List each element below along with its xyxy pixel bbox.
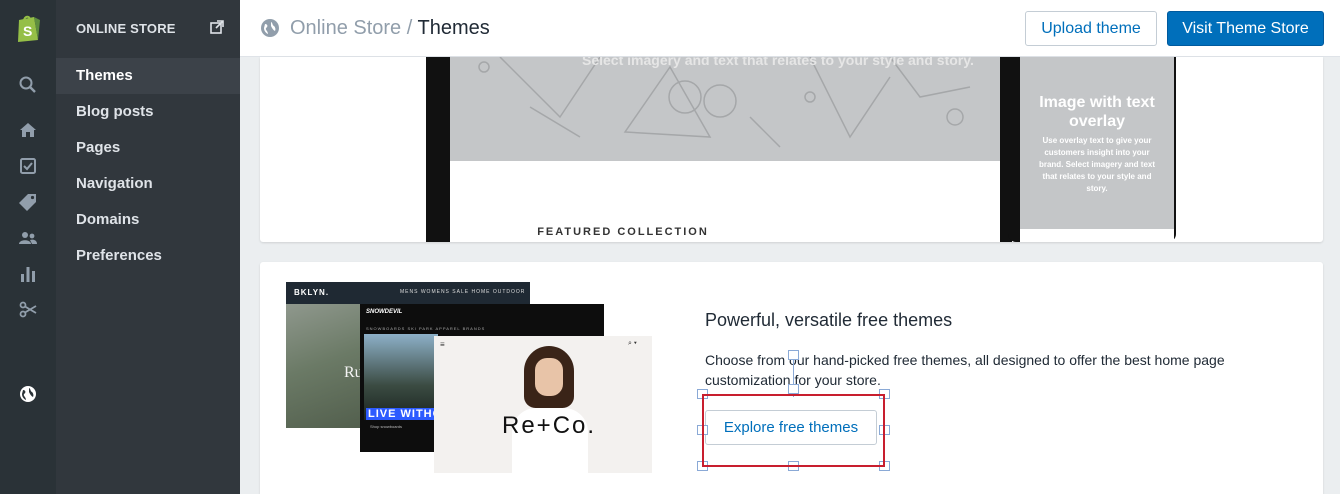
icon-rail: S bbox=[0, 0, 56, 494]
mobile-preview: Image with text overlay Use overlay text… bbox=[1008, 57, 1176, 242]
line-art-illustration bbox=[478, 57, 971, 148]
resize-handle[interactable] bbox=[788, 384, 799, 394]
mobile-hero-image: Image with text overlay Use overlay text… bbox=[1020, 57, 1174, 229]
sidebar-item-blog-posts[interactable]: Blog posts bbox=[56, 94, 240, 130]
hero-tagline: Select imagery and text that relates to … bbox=[582, 57, 974, 68]
breadcrumb: Online Store / Themes bbox=[290, 17, 490, 40]
customers-icon[interactable] bbox=[18, 228, 38, 248]
featured-collection-label: FEATURED COLLECTION bbox=[537, 226, 709, 238]
free-themes-title: Powerful, versatile free themes bbox=[705, 310, 953, 330]
shopify-logo-icon[interactable]: S bbox=[14, 12, 42, 44]
sidebar-item-navigation[interactable]: Navigation bbox=[56, 166, 240, 202]
online-store-icon bbox=[261, 19, 279, 37]
products-tag-icon[interactable] bbox=[18, 192, 38, 212]
page-title: Themes bbox=[417, 17, 490, 39]
current-theme-preview-card: Select imagery and text that relates to … bbox=[260, 57, 1323, 242]
thumbnail-cta: Shop snowboards bbox=[370, 424, 403, 429]
thumbnail-nav: SNOWBOARDS SKI PARK APPAREL BRANDS bbox=[366, 326, 486, 331]
thumbnail-brand: SNOWDEVIL bbox=[366, 309, 403, 315]
analytics-icon[interactable] bbox=[18, 264, 38, 284]
desktop-preview: Select imagery and text that relates to … bbox=[426, 57, 1012, 242]
sidebar-item-preferences[interactable]: Preferences bbox=[56, 238, 240, 274]
svg-text:S: S bbox=[23, 23, 32, 39]
top-bar: Online Store / Themes Upload theme Visit… bbox=[240, 0, 1340, 57]
cart-icon: ⌕ ▾ bbox=[628, 340, 637, 347]
sidebar-item-domains[interactable]: Domains bbox=[56, 202, 240, 238]
theme-thumbnails: BKLYN. MENS WOMENS SALE HOME OUTDOOR Ru … bbox=[286, 282, 652, 473]
breadcrumb-separator: / bbox=[401, 17, 418, 39]
theme-thumbnail-reco[interactable]: ≡ ⌕ ▾ Re+Co. bbox=[434, 336, 652, 473]
mobile-hero-title: Image with text overlay bbox=[1039, 94, 1155, 130]
breadcrumb-parent[interactable]: Online Store bbox=[290, 17, 401, 39]
mobile-hero-text: Use overlay text to give your customers … bbox=[1038, 136, 1156, 193]
highlight-box bbox=[702, 394, 885, 467]
thumbnail-logo: Re+Co. bbox=[502, 412, 597, 439]
mobile-preview-body bbox=[1020, 229, 1174, 242]
visit-theme-store-button[interactable]: Visit Theme Store bbox=[1167, 11, 1324, 46]
sidebar-heading: ONLINE STORE bbox=[76, 21, 176, 36]
sidebar-item-themes[interactable]: Themes bbox=[56, 58, 240, 94]
discounts-icon[interactable] bbox=[18, 300, 38, 320]
search-icon[interactable] bbox=[18, 75, 38, 95]
resize-handle[interactable] bbox=[788, 350, 799, 360]
menu-icon: ≡ bbox=[440, 340, 445, 349]
upload-theme-button[interactable]: Upload theme bbox=[1025, 11, 1157, 46]
home-icon[interactable] bbox=[18, 120, 38, 140]
thumbnail-brand: BKLYN. bbox=[294, 288, 330, 297]
thumbnail-nav: MENS WOMENS SALE HOME OUTDOOR bbox=[400, 289, 526, 295]
online-store-globe-icon[interactable] bbox=[18, 384, 38, 404]
orders-icon[interactable] bbox=[18, 156, 38, 176]
external-link-icon[interactable] bbox=[210, 20, 224, 34]
sidebar-item-pages[interactable]: Pages bbox=[56, 130, 240, 166]
online-store-sidebar: ONLINE STORE Themes Blog posts Pages Nav… bbox=[56, 0, 240, 494]
desktop-hero-image: Select imagery and text that relates to … bbox=[450, 57, 1000, 161]
model-face bbox=[535, 358, 563, 396]
